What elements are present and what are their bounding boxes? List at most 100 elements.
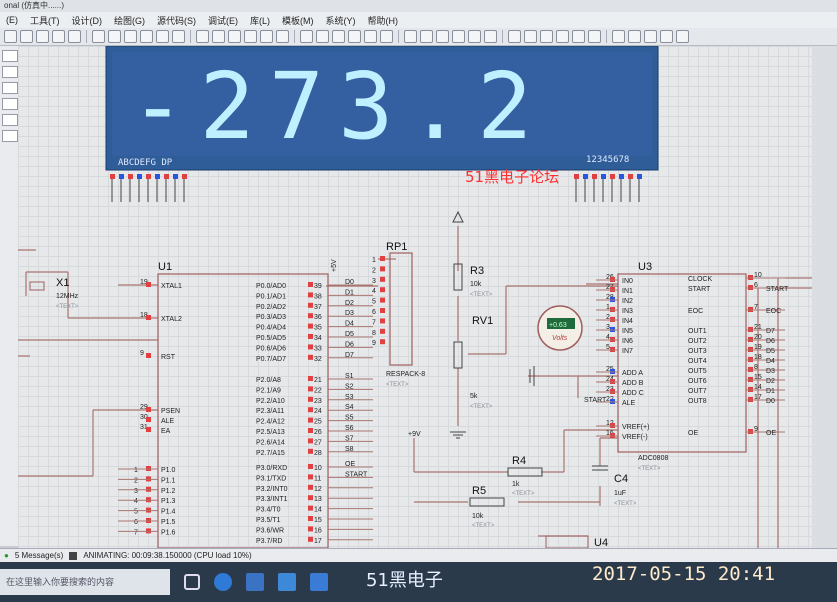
- tool-button[interactable]: [2, 66, 18, 78]
- toolbar-icon[interactable]: [572, 30, 585, 43]
- lcd-pin-marker: [110, 174, 115, 179]
- u4-chip[interactable]: [545, 535, 589, 548]
- toolbar-icon[interactable]: [540, 30, 553, 43]
- toolbar-icon[interactable]: [260, 30, 273, 43]
- toolbar-icon[interactable]: [364, 30, 377, 43]
- stop-button[interactable]: [69, 551, 78, 560]
- lcd-pin-row: [110, 174, 642, 202]
- vertical-scrollbar[interactable]: [812, 46, 837, 548]
- toolbar-icon[interactable]: [644, 30, 657, 43]
- edge-browser-icon[interactable]: [214, 573, 232, 591]
- u1-pin-marker: [308, 448, 313, 454]
- crystal-x1[interactable]: [29, 281, 45, 291]
- toolbar-icon[interactable]: [676, 30, 689, 43]
- menu-item[interactable]: 帮助(H): [362, 14, 405, 27]
- toolbar-icon[interactable]: [68, 30, 81, 43]
- toolbar-icon[interactable]: [36, 30, 49, 43]
- u1-d-net-label: D1: [345, 289, 354, 296]
- store-icon[interactable]: [246, 573, 264, 591]
- toolbar-icon[interactable]: [628, 30, 641, 43]
- toolbar-icon[interactable]: [108, 30, 121, 43]
- app-icon[interactable]: [278, 573, 296, 591]
- r5-ref: R5: [472, 485, 486, 497]
- toolbar-icon[interactable]: [276, 30, 289, 43]
- u1-pin-number: 32: [314, 356, 322, 363]
- schematic-canvas[interactable]: -273.2 ABCDEFG DP 12345678 X1 12MHz <TEX…: [18, 46, 812, 548]
- u1-pin-number: 9: [140, 350, 144, 357]
- menu-item[interactable]: 设计(D): [66, 14, 109, 27]
- r4-resistor[interactable]: [507, 467, 543, 477]
- toolbar-icon[interactable]: [556, 30, 569, 43]
- u3-pin-label: IN3: [622, 308, 633, 315]
- toolbar-icon[interactable]: [436, 30, 449, 43]
- lcd-pin-marker: [583, 174, 588, 179]
- menu-item[interactable]: (E): [0, 15, 24, 25]
- toolbar-icon[interactable]: [228, 30, 241, 43]
- u3-net-label: D6: [766, 338, 775, 345]
- toolbar-icon[interactable]: [124, 30, 137, 43]
- toolbar-separator: [294, 30, 295, 43]
- menu-item[interactable]: 系统(Y): [320, 14, 362, 27]
- toolbar-icon[interactable]: [172, 30, 185, 43]
- toolbar-icon[interactable]: [92, 30, 105, 43]
- u1-pin-label: P1.0: [161, 467, 176, 474]
- toolbar-icon[interactable]: [156, 30, 169, 43]
- rv1-potentiometer[interactable]: [453, 341, 463, 369]
- voltmeter-reading: +0.63: [549, 322, 567, 329]
- u1-pin-number: 21: [314, 377, 322, 384]
- rp1-pin-marker: [380, 297, 385, 303]
- app-icon[interactable]: [310, 573, 328, 591]
- toolbar-icon[interactable]: [660, 30, 673, 43]
- menu-item[interactable]: 源代码(S): [151, 14, 202, 27]
- toolbar-icon[interactable]: [212, 30, 225, 43]
- c4-capacitor[interactable]: [592, 465, 608, 471]
- toolbar-icon[interactable]: [452, 30, 465, 43]
- toolbar-icon[interactable]: [404, 30, 417, 43]
- u1-pin-label: P1.5: [161, 519, 176, 526]
- tool-button[interactable]: [2, 50, 18, 62]
- r4-text: <TEXT>: [512, 491, 535, 497]
- u3-pin-label: CLOCK: [688, 276, 712, 283]
- u1-ref: U1: [158, 261, 172, 273]
- toolbar-icon[interactable]: [588, 30, 601, 43]
- toolbar-icon[interactable]: [52, 30, 65, 43]
- menu-item[interactable]: 绘图(G): [108, 14, 151, 27]
- toolbar-icon[interactable]: [244, 30, 257, 43]
- toolbar-icon[interactable]: [484, 30, 497, 43]
- toolbar-icon[interactable]: [20, 30, 33, 43]
- toolbar-icon[interactable]: [300, 30, 313, 43]
- toolbar-icon[interactable]: [196, 30, 209, 43]
- toolbar-icon[interactable]: [524, 30, 537, 43]
- u1-chip[interactable]: [157, 273, 329, 548]
- tool-button[interactable]: [2, 82, 18, 94]
- u1-s-net-label: S6: [345, 425, 354, 432]
- task-view-icon[interactable]: [184, 574, 200, 590]
- toolbar-icon[interactable]: [612, 30, 625, 43]
- toolbar-icon[interactable]: [380, 30, 393, 43]
- toolbar-icon[interactable]: [420, 30, 433, 43]
- toolbar-icon[interactable]: [468, 30, 481, 43]
- u1-s-net-label: S2: [345, 383, 354, 390]
- u1-pin-label: P0.0/AD0: [256, 283, 286, 290]
- tool-button[interactable]: [2, 130, 18, 142]
- toolbar-icon[interactable]: [316, 30, 329, 43]
- menu-item[interactable]: 工具(T): [24, 14, 66, 27]
- menu-item[interactable]: 模板(M): [276, 14, 320, 27]
- rp1-resistor-pack[interactable]: [389, 252, 413, 366]
- toolbar-icon[interactable]: [348, 30, 361, 43]
- menu-item[interactable]: 调试(E): [202, 14, 244, 27]
- message-count[interactable]: 5 Message(s): [15, 551, 63, 560]
- tool-button[interactable]: [2, 114, 18, 126]
- toolbar-icon[interactable]: [332, 30, 345, 43]
- u1-pin-label: P1.6: [161, 529, 176, 536]
- u1-pin-number: 39: [314, 283, 322, 290]
- u1-pin-marker: [308, 386, 313, 392]
- taskbar-search-input[interactable]: 在这里输入你要搜索的内容: [0, 569, 170, 595]
- toolbar-icon[interactable]: [508, 30, 521, 43]
- toolbar-icon[interactable]: [140, 30, 153, 43]
- r5-resistor[interactable]: [469, 497, 505, 507]
- u1-pin-label: P0.1/AD1: [256, 293, 286, 300]
- menu-item[interactable]: 库(L): [244, 14, 276, 27]
- tool-button[interactable]: [2, 98, 18, 110]
- toolbar-icon[interactable]: [4, 30, 17, 43]
